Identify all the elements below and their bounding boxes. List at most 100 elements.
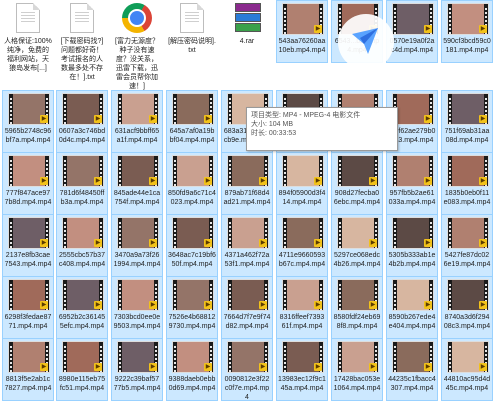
video-file-item[interactable]: ▶ 5297ce068edc4b26.mp4.mp4 xyxy=(331,214,383,277)
rar-archive-icon xyxy=(235,3,261,33)
video-file-item[interactable]: ▶ 894f05900d3f414.mp4.mp4 xyxy=(276,152,328,215)
video-file-item[interactable]: ▶ 7664d7f7e9f74d82.mp4.mp4 xyxy=(221,276,273,339)
film-strip-icon xyxy=(63,280,67,310)
video-file-item[interactable]: ▶ 3470a9a73f261994.mp4.mp4 xyxy=(111,214,163,277)
file-item[interactable]: 人格保证:100%纯净，免费的福利网站，天狼岛发布[...] xyxy=(2,0,54,72)
film-strip-icon xyxy=(283,218,287,248)
video-file-item[interactable]: ▶ 17428bac053e1064.mp4.mp4 xyxy=(331,338,383,401)
film-strip-icon xyxy=(338,218,342,248)
video-file-item[interactable]: ▶ 645a7af0a19bbf04.mp4.mp4 xyxy=(166,90,218,153)
video-file-item[interactable]: ▶ 44810ac95d4d45c.mp4.mp4 xyxy=(441,338,493,401)
video-thumbnail-icon: ▶ xyxy=(337,155,379,187)
file-item[interactable]: [下载密码找?]问题都好奇！考试报名的人数最多处不存在！].txt xyxy=(56,0,108,81)
video-file-item[interactable]: ▶ 0570e19a0f2ac4d.mp4.mp4 xyxy=(386,0,438,63)
file-name-label: 7526e4b688129730.mp4.mp4 xyxy=(168,314,216,330)
player-badge-icon: ▶ xyxy=(424,239,432,247)
text-document-icon xyxy=(70,3,94,33)
video-file-item[interactable]: ▶ 0607a3c746bd0d4c.mp4.mp4 xyxy=(56,90,108,153)
player-badge-icon: ▶ xyxy=(149,115,157,123)
video-file-item[interactable]: ▶ 6298f3fedae8771.mp4.mp4 xyxy=(2,276,54,339)
tooltip-type: 项目类型: MP4 - MPEG-4 电影文件 xyxy=(251,112,361,119)
video-file-item[interactable]: ▶ 781d6f48450ffb3a.mp4.mp4 xyxy=(56,152,108,215)
file-item[interactable]: [解压密码说明].txt xyxy=(166,0,218,63)
file-item[interactable]: [富力无源度？种子没有速度？没关系，迅雷下载，迅雷会员帮你加速！] xyxy=(111,0,163,90)
file-name-label: [解压密码说明].txt xyxy=(168,38,216,54)
video-thumbnail-icon: ▶ xyxy=(8,279,50,311)
video-file-item[interactable]: ▶ 1835b0eb0f11e083.mp4.mp4 xyxy=(441,152,493,215)
player-badge-icon: ▶ xyxy=(479,25,487,33)
video-file-item[interactable]: ▶ 845ade44e1ca754f.mp4.mp4 xyxy=(111,152,163,215)
video-file-item[interactable]: ▶ 957fb5b2ae61033a.mp4.mp4 xyxy=(386,152,438,215)
video-file-item[interactable]: ▶ 2137e8fb3cae7543.mp4.mp4 xyxy=(2,214,54,277)
video-file-item[interactable]: ▶ 13983ec12f9c145a.mp4.mp4 xyxy=(276,338,328,401)
video-file-item[interactable]: ▶ 4711e9660593b67c.mp4.mp4 xyxy=(276,214,328,277)
video-file-item[interactable]: ▶ 908d27fecba06ebc.mp4.mp4 xyxy=(331,152,383,215)
player-badge-icon: ▶ xyxy=(259,363,267,371)
video-file-item[interactable]: ▶ 7526e4b688129730.mp4.mp4 xyxy=(166,276,218,339)
video-thumbnail-icon: ▶ xyxy=(282,217,324,249)
video-thumbnail-icon: ▶ xyxy=(392,341,434,373)
video-file-item[interactable]: ▶ 543aa76260aa10eb.mp4.mp4 xyxy=(276,0,328,63)
film-strip-icon xyxy=(173,156,177,186)
film-strip-icon xyxy=(63,156,67,186)
player-badge-icon: ▶ xyxy=(40,363,48,371)
file-name-label: 8740a3d6f29408c3.mp4.mp4 xyxy=(443,314,491,330)
video-file-item[interactable]: ▶ 631acf9bbff65a1f.mp4.mp4 xyxy=(111,90,163,153)
video-file-item[interactable]: ▶ 9388daeb0ebb0d69.mp4.mp4 xyxy=(166,338,218,401)
video-file-item[interactable]: ▶ 8813f5e2ab1c7827.mp4.mp4 xyxy=(2,338,54,401)
film-strip-icon xyxy=(448,280,452,310)
player-badge-icon: ▶ xyxy=(424,115,432,123)
video-file-item[interactable]: ▶ 9222c39baf5777b5.mp4.mp4 xyxy=(111,338,163,401)
video-file-item[interactable]: ▶ 6952b2c361455efc.mp4.mp4 xyxy=(56,276,108,339)
film-strip-icon xyxy=(9,94,13,124)
video-file-item[interactable]: ▶ 8580fdf24eb698f8.mp4.mp4 xyxy=(331,276,383,339)
file-name-label: 645a7af0a19bbf04.mp4.mp4 xyxy=(169,128,215,144)
video-file-item[interactable]: ▶ 850fd9a6c71c4023.mp4.mp4 xyxy=(166,152,218,215)
video-file-item[interactable]: ▶ 2555cbc57b37c408.mp4.mp4 xyxy=(56,214,108,277)
player-badge-icon: ▶ xyxy=(479,363,487,371)
video-file-item[interactable]: ▶ 777f847ace977b8d.mp4.mp4 xyxy=(2,152,54,215)
video-file-item[interactable]: ▶ 751f69ab31aa08d.mp4.mp4 xyxy=(441,90,493,153)
video-file-item[interactable]: ▶ 5305b333ab1e4b2b.mp4.mp4 xyxy=(386,214,438,277)
file-name-label: 751f69ab31aa08d.mp4.mp4 xyxy=(444,128,490,144)
video-thumbnail-icon: ▶ xyxy=(392,155,434,187)
video-file-item[interactable]: ▶ 8590b267ede4e404.mp4.mp4 xyxy=(386,276,438,339)
video-file-item[interactable]: ▶ 0090812e3f22c0f7e.mp4.mp4 xyxy=(221,338,273,401)
rar-book-icon xyxy=(235,23,261,32)
video-thumbnail-icon: ▶ xyxy=(62,155,104,187)
player-badge-icon: ▶ xyxy=(314,25,322,33)
video-file-item[interactable]: ▶ 44235c1fbacc4307.mp4.mp4 xyxy=(386,338,438,401)
film-strip-icon xyxy=(173,218,177,248)
file-item[interactable]: 4.rar xyxy=(221,0,273,63)
video-thumbnail-icon: ▶ xyxy=(8,217,50,249)
video-file-item[interactable]: ▶ 879ab71f68d4ad21.mp4.mp4 xyxy=(221,152,273,215)
file-name-label: 590cf3bcd59c0181.mp4.mp4 xyxy=(443,38,491,54)
player-badge-icon: ▶ xyxy=(149,239,157,247)
player-badge-icon: ▶ xyxy=(94,115,102,123)
player-badge-icon: ▶ xyxy=(369,363,377,371)
video-file-item[interactable]: ▶ 7303bcd0ee0e9503.mp4.mp4 xyxy=(111,276,163,339)
film-strip-icon xyxy=(448,94,452,124)
player-badge-icon: ▶ xyxy=(149,177,157,185)
player-badge-icon: ▶ xyxy=(314,363,322,371)
video-file-item[interactable]: ▶ 5965b2748c96bf7a.mp4.mp4 xyxy=(2,90,54,153)
film-strip-icon xyxy=(448,4,452,34)
video-file-item[interactable]: ▶ 8980e115eb75fc51.mp4.mp4 xyxy=(56,338,108,401)
player-badge-icon: ▶ xyxy=(149,363,157,371)
video-file-item[interactable]: ▶ 8316ffeef739361f.mp4.mp4 xyxy=(276,276,328,339)
video-file-item[interactable]: ▶ 4371a462f72a53f1.mp4.mp4 xyxy=(221,214,273,277)
rar-book-icon xyxy=(235,13,261,22)
video-file-item[interactable]: ▶ 5427fe87dc026e19.mp4.mp4 xyxy=(441,214,493,277)
file-name-label: 0570e19a0f2ac4d.mp4.mp4 xyxy=(389,38,435,54)
video-thumbnail-icon: ▶ xyxy=(337,279,379,311)
video-file-item[interactable]: ▶ 3648ac7c19bf650f.mp4.mp4 xyxy=(166,214,218,277)
video-thumbnail-icon: ▶ xyxy=(392,217,434,249)
video-file-item[interactable]: ▶ 590cf3bcd59c0181.mp4.mp4 xyxy=(441,0,493,63)
player-badge-icon: ▶ xyxy=(369,239,377,247)
file-name-label: 3648ac7c19bf650f.mp4.mp4 xyxy=(168,252,216,268)
file-name-label: 9222c39baf5777b5.mp4.mp4 xyxy=(113,376,161,392)
film-strip-icon xyxy=(9,342,13,372)
film-strip-icon xyxy=(448,156,452,186)
video-thumbnail-icon: ▶ xyxy=(447,279,489,311)
video-file-item[interactable]: ▶ 8740a3d6f29408c3.mp4.mp4 xyxy=(441,276,493,339)
